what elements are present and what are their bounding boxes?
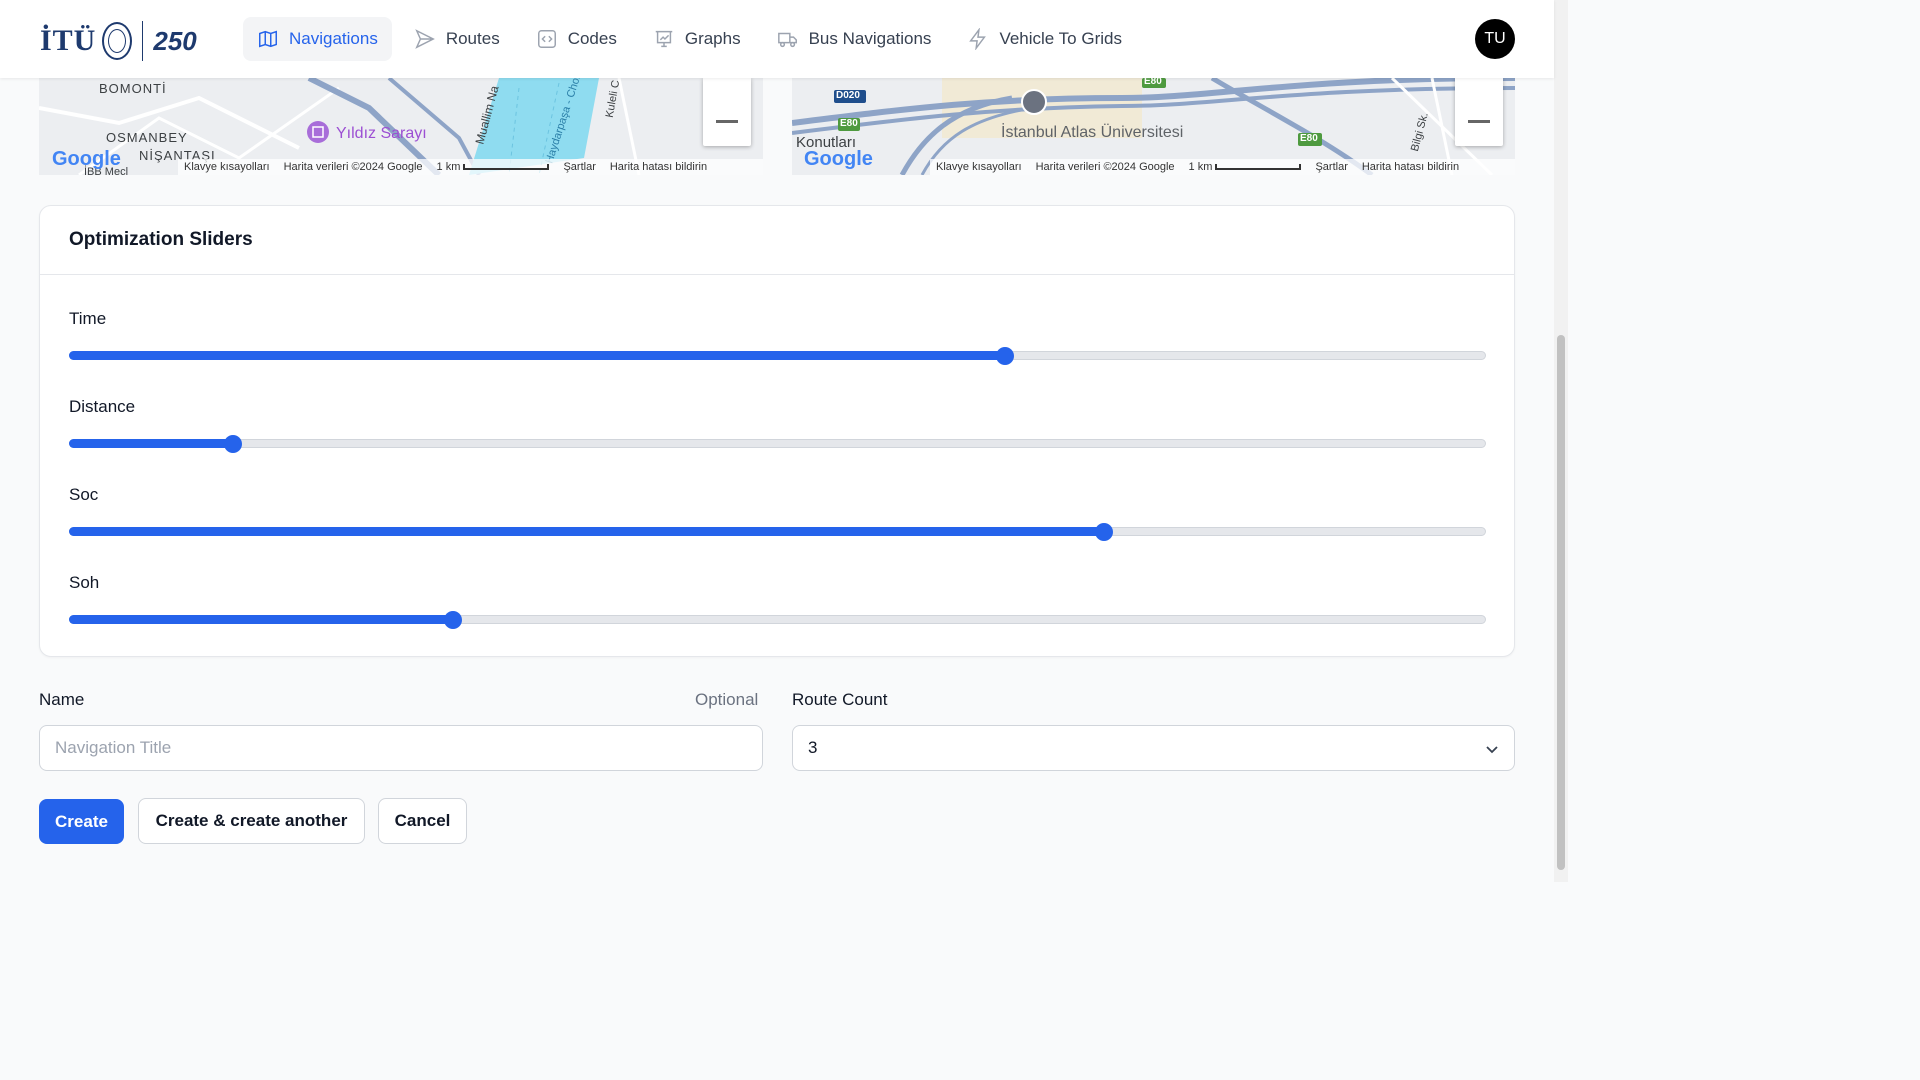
name-label: Name bbox=[39, 690, 85, 709]
map-data-text: Harita verileri ©2024 Google bbox=[1035, 161, 1175, 173]
nav-item-label: Routes bbox=[445, 29, 500, 48]
map-label: İstanbul Atlas Üniversitesi bbox=[1001, 124, 1184, 141]
slider-fill bbox=[69, 439, 232, 448]
card-title: Optimization Sliders bbox=[69, 229, 253, 250]
chevron-down-icon bbox=[1486, 746, 1498, 754]
report-error-link[interactable]: Harita hatası bildirin bbox=[610, 161, 707, 173]
slider-thumb[interactable] bbox=[223, 435, 242, 453]
nav-item-graphs[interactable]: Graphs bbox=[639, 17, 755, 61]
page-scrollbar[interactable] bbox=[1554, 0, 1568, 882]
route-count-select[interactable]: 3 bbox=[792, 725, 1515, 771]
slider-track[interactable] bbox=[69, 435, 1486, 453]
route-count-value: 3 bbox=[808, 738, 818, 757]
scrollbar-thumb[interactable] bbox=[1557, 335, 1565, 870]
send-icon bbox=[415, 29, 435, 49]
name-optional-hint: Optional bbox=[695, 690, 759, 709]
nav-item-label: Vehicle To Grids bbox=[999, 29, 1122, 48]
nav-item-vehicle-to-grids[interactable]: Vehicle To Grids bbox=[953, 17, 1136, 61]
route-count-label: Route Count bbox=[792, 690, 888, 709]
google-logo: Google bbox=[52, 148, 121, 170]
terms-link[interactable]: Şartlar bbox=[1315, 161, 1347, 173]
road-label: E80 bbox=[1300, 133, 1318, 144]
road-label: E80 bbox=[840, 118, 858, 129]
create-button[interactable]: Create bbox=[39, 799, 124, 844]
code-icon bbox=[537, 30, 556, 48]
road-label: E80 bbox=[1144, 78, 1162, 87]
card-header: Optimization Sliders bbox=[40, 206, 1514, 275]
logo-year: 250 bbox=[153, 25, 197, 56]
avatar[interactable]: TU bbox=[1475, 19, 1515, 59]
slider-label: Distance bbox=[69, 397, 136, 416]
slider-label: Soc bbox=[69, 485, 99, 504]
nav-item-label: Graphs bbox=[684, 29, 741, 48]
scale-bar bbox=[463, 164, 550, 170]
logo-text: İTÜ bbox=[40, 24, 97, 57]
bolt-icon bbox=[969, 28, 987, 50]
nav-item-codes[interactable]: Codes bbox=[522, 17, 631, 61]
map-label: Yıldız Sarayı bbox=[336, 125, 427, 142]
chart-icon bbox=[655, 30, 673, 48]
slider-track[interactable] bbox=[69, 347, 1486, 365]
truck-icon bbox=[777, 32, 797, 48]
slider-thumb[interactable] bbox=[443, 611, 462, 629]
nav-item-label: Navigations bbox=[289, 29, 378, 48]
nav-item-label: Codes bbox=[567, 29, 617, 48]
nav-item-navigations[interactable]: Navigations bbox=[243, 17, 392, 61]
slider-thumb[interactable] bbox=[996, 347, 1015, 365]
report-error-link[interactable]: Harita hatası bildirin bbox=[1362, 161, 1459, 173]
slider-fill bbox=[69, 351, 1005, 360]
map-data-text: Harita verileri ©2024 Google bbox=[283, 161, 423, 173]
map-label: OSMANBEY bbox=[106, 130, 188, 145]
slider-label: Soh bbox=[69, 573, 100, 592]
slider-fill bbox=[69, 527, 1104, 536]
zoom-out-button[interactable] bbox=[1455, 78, 1503, 146]
map-attribution: Klavye kısayolları Harita verileri ©2024… bbox=[178, 159, 763, 175]
map-label: BOMONTİ bbox=[99, 81, 167, 96]
seal-icon bbox=[102, 22, 133, 60]
itu-logo[interactable]: İTÜ 250 bbox=[40, 18, 197, 64]
map-right[interactable]: D020 E80 E80 E80 Konutları İstanbul Atla… bbox=[792, 78, 1515, 175]
scale-text: 1 km bbox=[1189, 161, 1302, 173]
logo-divider bbox=[142, 21, 144, 61]
name-input[interactable] bbox=[39, 725, 763, 771]
create-another-button[interactable]: Create & create another bbox=[138, 798, 365, 844]
terms-link[interactable]: Şartlar bbox=[563, 161, 595, 173]
nav-item-label: Bus Navigations bbox=[808, 29, 932, 48]
slider-track[interactable] bbox=[69, 611, 1486, 629]
keyboard-shortcuts-link[interactable]: Klavye kısayolları bbox=[184, 161, 270, 173]
nav-item-bus-navigations[interactable]: Bus Navigations bbox=[763, 17, 946, 61]
map-attribution: Klavye kısayolları Harita verileri ©2024… bbox=[930, 159, 1515, 175]
main-nav: Navigations Routes Codes Graphs Bus Navi… bbox=[243, 17, 1136, 61]
slider-fill bbox=[69, 615, 452, 624]
top-navigation-bar: İTÜ 250 Navigations Routes Codes Graphs … bbox=[0, 0, 1554, 78]
nav-item-routes[interactable]: Routes bbox=[400, 17, 514, 61]
slider-thumb[interactable] bbox=[1095, 523, 1114, 541]
slider-track[interactable] bbox=[69, 523, 1486, 541]
scale-bar bbox=[1215, 164, 1302, 170]
optimization-sliders-card: Optimization Sliders Time Distance Soc S… bbox=[39, 205, 1515, 657]
cancel-button[interactable]: Cancel bbox=[378, 798, 467, 844]
map-left[interactable]: BOMONTİ OSMANBEY NİŞANTAŞI Yıldız Sarayı… bbox=[39, 78, 763, 175]
road-label: D020 bbox=[836, 90, 860, 101]
map-icon bbox=[259, 30, 277, 48]
keyboard-shortcuts-link[interactable]: Klavye kısayolları bbox=[936, 161, 1022, 173]
google-logo: Google bbox=[804, 148, 873, 170]
slider-label: Time bbox=[69, 309, 107, 328]
zoom-out-button[interactable] bbox=[703, 78, 751, 146]
scale-text: 1 km bbox=[437, 161, 550, 173]
